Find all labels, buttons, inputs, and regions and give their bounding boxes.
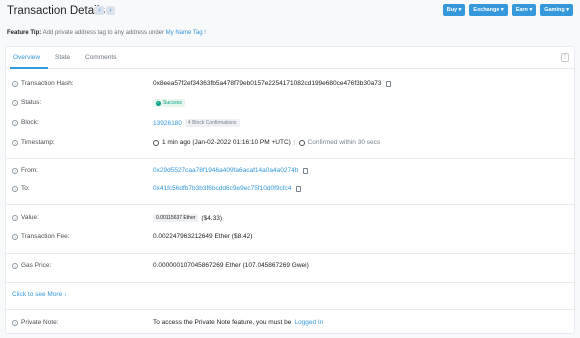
row-value: ? Value: 0.00115637 Ether ($4.33) <box>6 214 574 226</box>
active-tab-indicator <box>10 67 48 69</box>
fee-label: Transaction Fee: <box>21 233 70 240</box>
divider <box>6 253 574 254</box>
caret-down-icon: ▾ <box>566 7 569 13</box>
value-usd: ($4.33) <box>201 214 222 222</box>
confirmed-within: Confirmed within 30 secs <box>307 139 381 146</box>
value-label: Value: <box>21 214 39 221</box>
check-circle-icon: ✓ <box>156 100 161 106</box>
clock-icon <box>153 139 159 146</box>
divider <box>6 204 574 205</box>
earn-button[interactable]: Earn ▾ <box>511 4 537 16</box>
from-label: From: <box>21 167 38 174</box>
status-label: Status: <box>21 99 42 106</box>
question-icon[interactable]: ? <box>12 262 18 269</box>
top-menu: Buy ▾ Exchange ▾ Earn ▾ Gaming ▾ <box>442 4 573 16</box>
row-gas-price: ? Gas Price: 0.000000107045867269 Ether (… <box>6 262 574 274</box>
question-icon[interactable]: ? <box>12 119 18 126</box>
exchange-button[interactable]: Exchange ▾ <box>469 4 508 16</box>
copy-icon[interactable] <box>386 80 392 87</box>
question-icon[interactable]: ? <box>12 99 18 106</box>
status-badge: ✓ Success <box>153 99 185 107</box>
timer-icon <box>298 139 305 146</box>
gas-price-label: Gas Price: <box>21 262 52 269</box>
timestamp-label: Timestamp: <box>21 139 55 146</box>
row-private-note: ? Private Note: To access the Private Not… <box>6 319 574 331</box>
divider <box>6 158 574 159</box>
tab-comments[interactable]: Comments <box>85 54 116 61</box>
row-block: ? Block: 13926180 4 Block Confirmations <box>6 119 574 131</box>
question-icon[interactable]: ? <box>12 233 18 240</box>
tab-overview[interactable]: Overview <box>13 54 40 61</box>
tab-state[interactable]: State <box>55 54 70 61</box>
caret-down-icon: ▾ <box>500 7 504 13</box>
tx-nav: ‹ › <box>95 6 115 15</box>
block-label: Block: <box>21 119 39 126</box>
question-icon[interactable]: ? <box>12 167 18 174</box>
row-tx-hash: ? Transaction Hash: 0x8eea57f2ef34363fb5a… <box>6 80 574 92</box>
fee-value: 0.002247963212649 Ether ($8.42) <box>153 233 253 240</box>
question-icon[interactable]: ? <box>12 185 18 192</box>
copy-icon[interactable] <box>296 185 302 192</box>
to-label: To: <box>21 185 30 192</box>
separator: | <box>293 139 296 146</box>
private-note-label: Private Note: <box>21 319 59 326</box>
arrow-down-icon: ↓ <box>64 291 68 298</box>
private-note-text: To access the Private Note feature, you … <box>153 319 292 326</box>
value-eth-badge: 0.00115637 Ether <box>153 214 199 222</box>
login-link[interactable]: Logged In <box>294 319 323 326</box>
tx-hash-value: 0x8eea57f2ef34363fb5a478f79eb0157e225417… <box>153 80 382 87</box>
confirmations-badge: 4 Block Confirmations <box>184 119 240 127</box>
block-link[interactable]: 13926180 <box>153 120 182 127</box>
copy-icon[interactable] <box>303 167 309 174</box>
question-icon[interactable]: ? <box>12 139 18 146</box>
timestamp-value: 1 min ago (Jan-02-2022 01:16:10 PM +UTC) <box>162 139 291 146</box>
row-fee: ? Transaction Fee: 0.002247963212649 Ethe… <box>6 233 574 245</box>
my-name-tag-link[interactable]: My Name Tag ! <box>166 30 206 36</box>
row-status: ? Status: ✓ Success <box>6 99 574 111</box>
gas-price-value: 0.000000107045867269 Ether (107.04586726… <box>153 262 309 269</box>
from-address-link[interactable]: 0x29d5527caa78f1946a409fa6acaf14a0a4a027… <box>153 167 298 174</box>
row-timestamp: ? Timestamp: 1 min ago (Jan-02-2022 01:16… <box>6 139 574 151</box>
tx-hash-label: Transaction Hash: <box>21 80 74 87</box>
next-tx-button[interactable]: › <box>106 6 115 15</box>
row-to: ? To: 0x41fc56dfb7b3b3f6bcdd6c9e9ec75f10d… <box>6 185 574 197</box>
buy-button[interactable]: Buy ▾ <box>442 4 466 16</box>
divider <box>6 309 574 310</box>
question-icon[interactable]: ? <box>12 319 18 326</box>
row-from: ? From: 0x29d5527caa78f1946a409fa6acaf14a… <box>6 167 574 179</box>
see-more-link[interactable]: Click to see More ↓ <box>12 291 67 298</box>
caret-down-icon: ▾ <box>458 7 462 13</box>
prev-tx-button[interactable]: ‹ <box>95 6 104 15</box>
page-title: Transaction Details <box>7 5 106 17</box>
more-options-icon[interactable]: ⋮ <box>561 53 569 62</box>
caret-down-icon: ▾ <box>529 7 533 13</box>
question-icon[interactable]: ? <box>12 214 18 221</box>
feature-tip: Feature Tip: Add private address tag to … <box>7 30 206 36</box>
tab-bar: Overview State Comments ⋮ <box>6 47 574 69</box>
to-address-link[interactable]: 0x41fc56dfb7b3b3f6bcdd6c9e9ec75f10d0f9cf… <box>153 185 291 192</box>
gaming-button[interactable]: Gaming ▾ <box>540 4 573 16</box>
question-icon[interactable]: ? <box>12 80 18 87</box>
divider <box>6 282 574 283</box>
transaction-card: Overview State Comments ⋮ ? Transaction H… <box>5 46 575 334</box>
